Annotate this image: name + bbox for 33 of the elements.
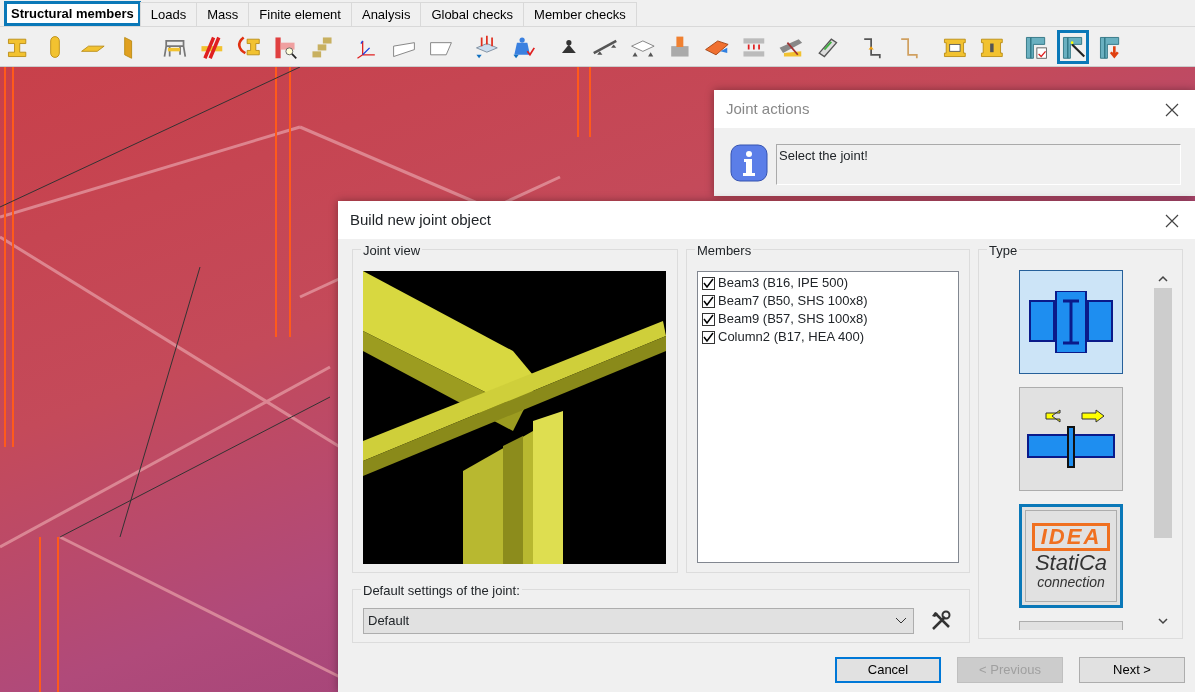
tools-icon[interactable] <box>930 610 952 632</box>
dialog-title: Joint actions <box>726 98 810 119</box>
brand-name: StatiCa <box>1034 550 1108 575</box>
tab[interactable]: Loads <box>139 2 198 26</box>
dropdown-caret-icon <box>895 617 907 625</box>
brand-subtitle: connection <box>1037 574 1105 590</box>
splice-joint-icon <box>1026 409 1116 469</box>
joint-type-option[interactable]: IDEA StatiCa connection <box>1019 504 1123 608</box>
scroll-down-icon[interactable] <box>1157 616 1169 626</box>
3d-model-view[interactable] <box>0 67 1195 692</box>
message-field: Select the joint! <box>776 144 1181 185</box>
column-outline <box>577 67 579 138</box>
dialog-button[interactable]: Next > <box>1079 657 1185 683</box>
member-label[interactable]: Beam3 (B16, IPE 500) <box>718 273 849 293</box>
info-icon <box>730 144 768 182</box>
checkbox[interactable] <box>702 330 715 344</box>
checkbox[interactable] <box>702 276 715 290</box>
beam-column-joint-icon <box>1028 291 1114 353</box>
joint-type-option[interactable] <box>1019 270 1123 374</box>
member-label[interactable]: Column2 (B17, HEA 400) <box>718 327 864 347</box>
dialog-button[interactable]: Cancel <box>835 657 941 683</box>
joint-type-option[interactable] <box>1019 387 1123 491</box>
scroll-up-icon[interactable] <box>1157 274 1169 284</box>
checkbox[interactable] <box>702 312 715 326</box>
member-label[interactable]: Beam7 (B50, SHS 100x8) <box>718 291 868 311</box>
checkbox[interactable] <box>702 294 715 308</box>
tab[interactable]: Structural members <box>4 1 141 26</box>
column-outline <box>589 67 591 138</box>
settings-dropdown[interactable]: Default <box>363 608 914 634</box>
brand-logo: IDEA <box>1031 522 1111 551</box>
member-label[interactable]: Beam9 (B57, SHS 100x8) <box>718 309 868 329</box>
dialog-title: Build new joint object <box>350 209 491 230</box>
tab[interactable]: Member checks <box>523 2 637 26</box>
